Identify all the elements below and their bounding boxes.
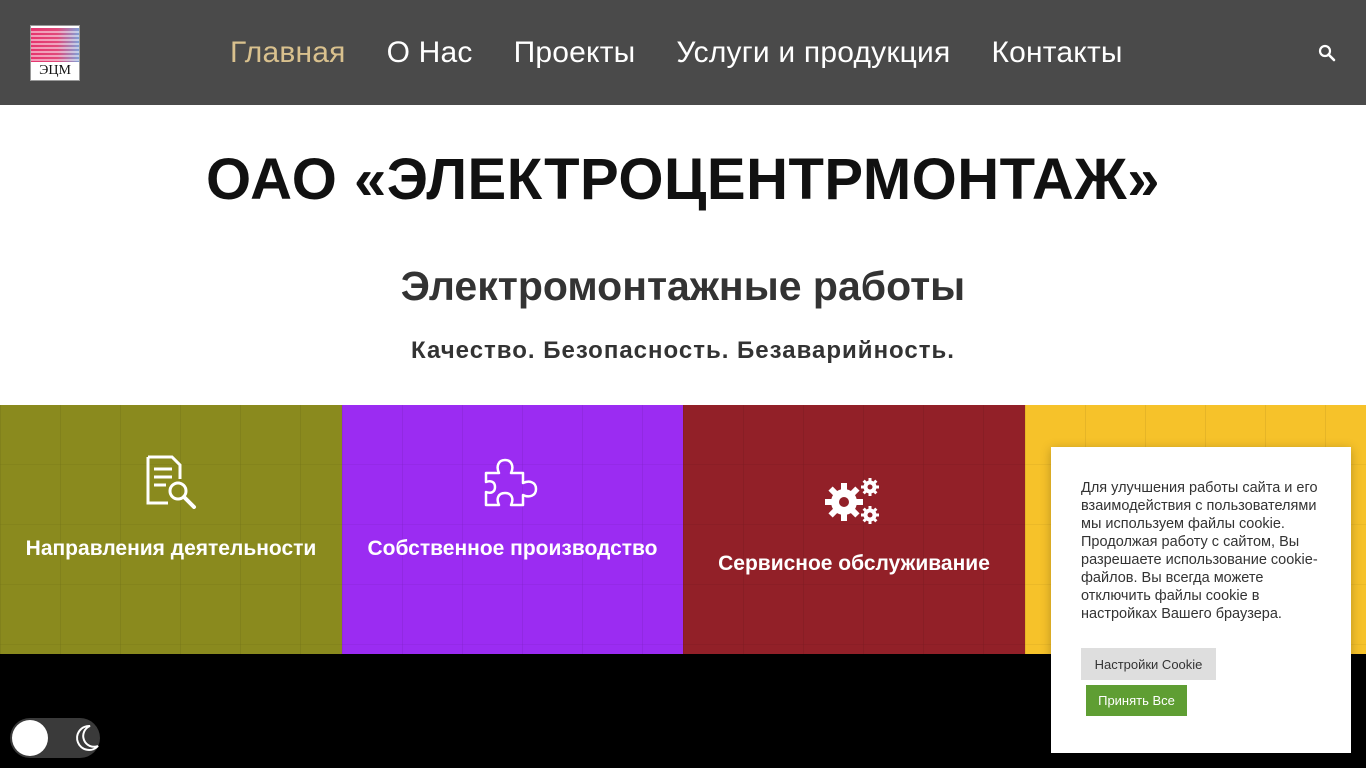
nav-item-projects[interactable]: Проекты [514,36,636,70]
page-tagline: Качество. Безопасность. Безаварийность. [411,337,955,364]
nav-item-contacts[interactable]: Контакты [991,36,1122,70]
dark-mode-toggle[interactable] [10,718,100,758]
moon-icon [76,724,99,751]
logo-text: ЭЦМ [39,63,71,78]
tile-production[interactable]: Собственное производство [342,405,683,654]
gears-icon [825,478,879,524]
cookie-settings-button[interactable]: Настройки Cookie [1081,648,1216,680]
tile-activities-label: Направления деятельности [25,537,317,560]
site-logo[interactable]: ЭЦМ [30,25,80,81]
page: ЭЦМ Главная О Нас Проекты Услуги и проду… [0,0,1366,768]
toggle-knob [12,720,48,756]
nav-item-home[interactable]: Главная [230,36,346,70]
page-subtitle: Электромонтажные работы [400,263,966,309]
nav-item-services[interactable]: Услуги и продукция [676,36,950,70]
logo-stripes-icon [31,28,79,62]
site-header: ЭЦМ Главная О Нас Проекты Услуги и проду… [0,0,1366,105]
tile-production-label: Собственное производство [367,537,658,560]
tile-service-label: Сервисное обслуживание [718,552,990,575]
document-search-icon [146,455,196,509]
main-nav: Главная О Нас Проекты Услуги и продукция… [230,0,1164,105]
cookie-accept-button[interactable]: Принять Все [1086,685,1187,716]
nav-item-about[interactable]: О Нас [387,36,473,70]
tile-service[interactable]: Сервисное обслуживание [683,405,1025,654]
puzzle-icon [484,458,538,507]
page-title: ОАО «ЭЛЕКТРОЦЕНТРМОНТАЖ» [206,147,1160,212]
search-icon[interactable] [1318,44,1336,62]
cookie-text: Для улучшения работы сайта и его взаимод… [1081,480,1318,622]
tile-activities[interactable]: Направления деятельности [0,405,342,654]
cookie-banner: Для улучшения работы сайта и его взаимод… [1051,447,1351,753]
